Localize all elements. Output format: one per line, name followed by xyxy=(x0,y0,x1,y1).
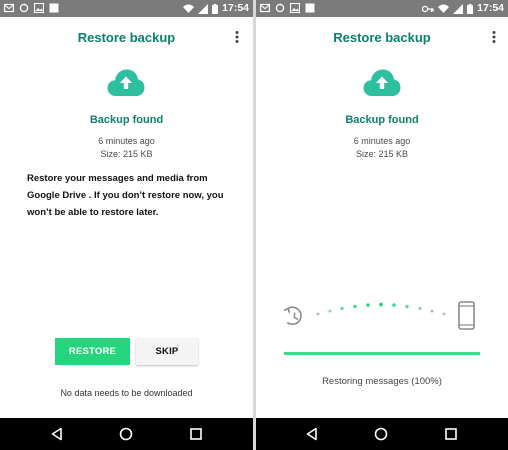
progress-bar xyxy=(284,352,480,355)
skip-button[interactable]: SKIP xyxy=(136,338,198,365)
notification-icon xyxy=(49,3,59,13)
status-time: 17:54 xyxy=(222,2,249,14)
wifi-icon xyxy=(438,4,450,13)
recents-icon[interactable] xyxy=(189,427,203,441)
page-title: Restore backup xyxy=(333,30,431,45)
image-icon xyxy=(34,3,44,13)
mail-icon xyxy=(4,3,14,13)
download-note: No data needs to be downloaded xyxy=(60,388,193,398)
home-icon[interactable] xyxy=(119,427,133,441)
backup-size: Size: 215 KB xyxy=(100,149,153,159)
battery-icon xyxy=(212,3,219,14)
progress-bar-fill xyxy=(284,352,480,355)
key-icon xyxy=(422,5,434,12)
progress-dots xyxy=(316,302,446,316)
status-bar: 17:54 xyxy=(0,0,253,17)
restore-progress-graphic xyxy=(283,301,475,330)
notification-icon xyxy=(305,3,315,13)
progress-label: Restoring messages (100%) xyxy=(322,376,442,387)
wifi-icon xyxy=(183,4,195,13)
cloud-upload-icon xyxy=(107,69,145,96)
signal-icon xyxy=(198,3,209,14)
navigation-bar xyxy=(0,418,253,450)
battery-icon xyxy=(467,3,474,14)
image-icon xyxy=(290,3,300,13)
restore-button[interactable]: RESTORE xyxy=(55,338,130,365)
phone-icon xyxy=(458,301,475,330)
restore-message: Restore your messages and media from Goo… xyxy=(27,173,224,218)
status-time: 17:54 xyxy=(477,2,504,14)
restoring-screen: 17:54 Restore backup Backup found 6 minu… xyxy=(256,0,508,450)
backup-time: 6 minutes ago xyxy=(98,136,155,146)
back-icon[interactable] xyxy=(50,427,64,441)
backup-found-label: Backup found xyxy=(89,114,164,126)
backup-time: 6 minutes ago xyxy=(353,136,411,146)
restore-screen: 17:54 Restore backup Backup found 6 minu… xyxy=(0,0,253,450)
backup-found-label: Backup found xyxy=(345,114,419,126)
mail-icon xyxy=(260,3,270,13)
history-icon xyxy=(283,306,302,325)
backup-size: Size: 215 KB xyxy=(355,149,409,159)
sync-icon xyxy=(19,3,29,13)
home-icon[interactable] xyxy=(374,427,388,441)
status-bar: 17:54 xyxy=(256,0,508,17)
sync-icon xyxy=(275,3,285,13)
signal-icon xyxy=(453,3,464,14)
recents-icon[interactable] xyxy=(444,427,458,441)
cloud-upload-icon xyxy=(363,69,401,96)
navigation-bar xyxy=(256,418,508,450)
page-title: Restore backup xyxy=(77,30,176,45)
back-icon[interactable] xyxy=(305,427,319,441)
more-options-icon[interactable] xyxy=(489,30,499,44)
more-options-icon[interactable] xyxy=(232,30,242,44)
